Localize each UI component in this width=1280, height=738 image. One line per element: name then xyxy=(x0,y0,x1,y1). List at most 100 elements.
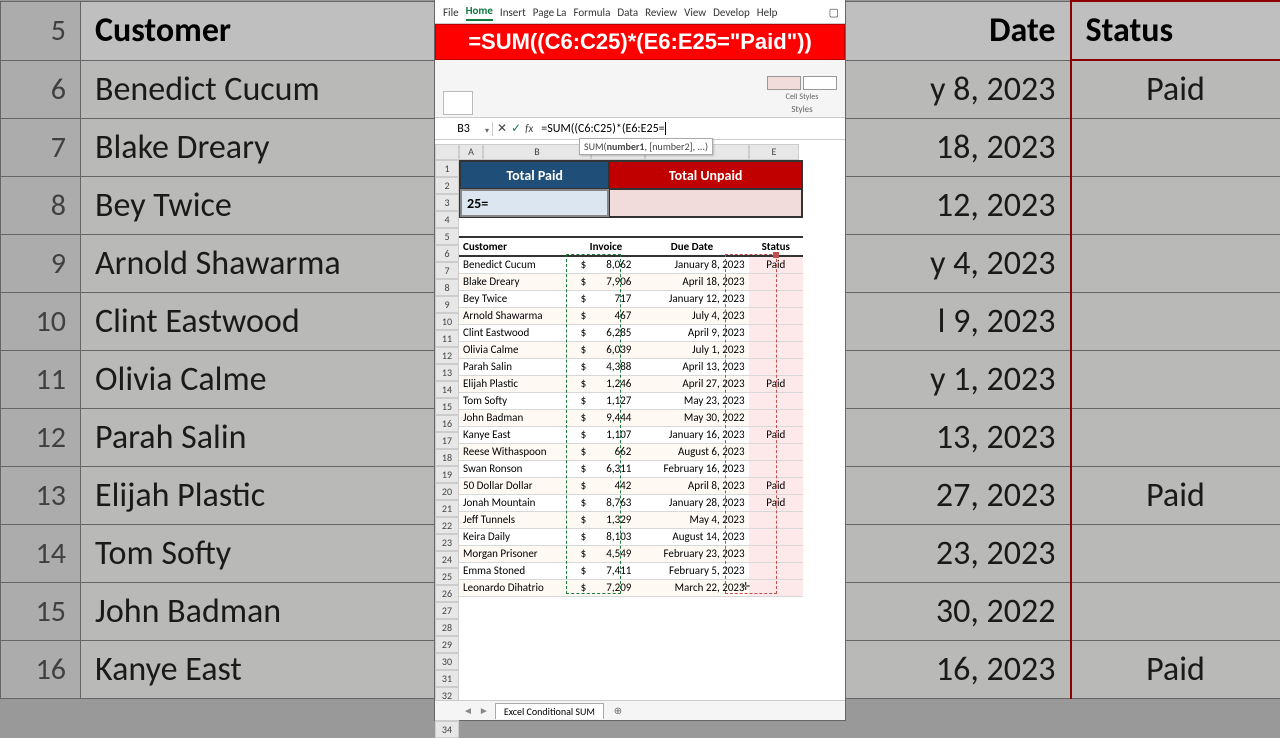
row-header[interactable]: 16 xyxy=(435,415,459,432)
col-header-a[interactable]: A xyxy=(459,144,483,160)
due-date-cell[interactable]: July 4, 2023 xyxy=(635,307,748,324)
customer-cell[interactable]: Blake Dreary xyxy=(459,273,577,290)
customer-cell[interactable]: 50 Dollar Dollar xyxy=(459,477,577,494)
customer-cell[interactable]: Olivia Calme xyxy=(459,341,577,358)
customer-cell[interactable]: Parah Salin xyxy=(459,358,577,375)
status-cell[interactable] xyxy=(749,392,803,409)
status-cell[interactable]: Paid xyxy=(749,477,803,494)
due-date-cell[interactable]: July 1, 2023 xyxy=(635,341,748,358)
status-cell[interactable]: Paid xyxy=(749,256,803,273)
invoice-cell[interactable]: $4,549 xyxy=(577,545,636,562)
status-cell[interactable] xyxy=(749,511,803,528)
due-date-cell[interactable]: January 12, 2023 xyxy=(635,290,748,307)
invoice-cell[interactable]: $7,209 xyxy=(577,579,636,596)
row-header[interactable]: 28 xyxy=(435,619,459,636)
table-row[interactable]: Leonardo Dihatrio $7,209 March 22, 2023 xyxy=(459,579,803,596)
invoice-cell[interactable]: $7,411 xyxy=(577,562,636,579)
table-row[interactable]: Jonah Mountain $8,763 January 28, 2023 P… xyxy=(459,494,803,511)
due-date-cell[interactable]: March 22, 2023 xyxy=(635,579,748,596)
due-date-cell[interactable]: April 13, 2023 xyxy=(635,358,748,375)
customer-cell[interactable]: Benedict Cucum xyxy=(459,256,577,273)
invoice-cell[interactable]: $1,329 xyxy=(577,511,636,528)
due-date-cell[interactable]: August 6, 2023 xyxy=(635,443,748,460)
status-cell[interactable]: Paid xyxy=(749,426,803,443)
table-row[interactable]: Jeff Tunnels $1,329 May 4, 2023 xyxy=(459,511,803,528)
customer-cell[interactable]: Reese Withaspoon xyxy=(459,443,577,460)
invoice-cell[interactable]: $4,388 xyxy=(577,358,636,375)
customer-cell[interactable]: Emma Stoned xyxy=(459,562,577,579)
status-cell[interactable]: Paid xyxy=(749,375,803,392)
row-header[interactable]: 5 xyxy=(435,228,459,245)
row-header[interactable]: 14 xyxy=(435,381,459,398)
invoice-cell[interactable]: $6,311 xyxy=(577,460,636,477)
customer-cell[interactable]: Jonah Mountain xyxy=(459,494,577,511)
menu-review[interactable]: Review xyxy=(645,6,677,19)
row-header[interactable]: 20 xyxy=(435,483,459,500)
customer-cell[interactable]: Kanye East xyxy=(459,426,577,443)
status-cell[interactable] xyxy=(749,290,803,307)
row-header[interactable]: 18 xyxy=(435,449,459,466)
th-due-date[interactable]: Due Date xyxy=(635,237,748,256)
customer-cell[interactable]: Clint Eastwood xyxy=(459,324,577,341)
invoice-cell[interactable]: $8,103 xyxy=(577,528,636,545)
due-date-cell[interactable]: January 16, 2023 xyxy=(635,426,748,443)
menu-data[interactable]: Data xyxy=(617,6,638,19)
row-header[interactable]: 6 xyxy=(435,245,459,262)
table-row[interactable]: Benedict Cucum $8,062 January 8, 2023 Pa… xyxy=(459,256,803,273)
row-header[interactable]: 23 xyxy=(435,534,459,551)
col-header-b[interactable]: B xyxy=(483,144,591,160)
status-cell[interactable] xyxy=(749,341,803,358)
cell-style-swatch[interactable] xyxy=(803,76,837,90)
row-header[interactable]: 11 xyxy=(435,330,459,347)
status-cell[interactable] xyxy=(749,460,803,477)
menu-file[interactable]: File xyxy=(443,6,459,19)
table-row[interactable]: Kanye East $1,107 January 16, 2023 Paid xyxy=(459,426,803,443)
invoice-cell[interactable]: $8,763 xyxy=(577,494,636,511)
row-header[interactable]: 25 xyxy=(435,568,459,585)
customer-cell[interactable]: Leonardo Dihatrio xyxy=(459,579,577,596)
row-header[interactable]: 13 xyxy=(435,364,459,381)
due-date-cell[interactable]: February 5, 2023 xyxy=(635,562,748,579)
table-row[interactable]: Elijah Plastic $1,246 April 27, 2023 Pai… xyxy=(459,375,803,392)
invoice-cell[interactable]: $6,039 xyxy=(577,341,636,358)
invoice-cell[interactable]: $717 xyxy=(577,290,636,307)
due-date-cell[interactable]: April 18, 2023 xyxy=(635,273,748,290)
menu-view[interactable]: View xyxy=(684,6,706,19)
row-header[interactable]: 17 xyxy=(435,432,459,449)
status-cell[interactable] xyxy=(749,545,803,562)
status-cell[interactable] xyxy=(749,562,803,579)
row-header[interactable]: 7 xyxy=(435,262,459,279)
row-header[interactable]: 29 xyxy=(435,636,459,653)
select-all-corner[interactable] xyxy=(435,144,459,160)
due-date-cell[interactable]: April 9, 2023 xyxy=(635,324,748,341)
table-row[interactable]: Swan Ronson $6,311 February 16, 2023 xyxy=(459,460,803,477)
due-date-cell[interactable]: May 4, 2023 xyxy=(635,511,748,528)
invoice-cell[interactable]: $442 xyxy=(577,477,636,494)
fx-icon[interactable]: fx xyxy=(525,122,533,135)
customer-cell[interactable]: Swan Ronson xyxy=(459,460,577,477)
ribbon-collapse-icon[interactable]: ▢ xyxy=(829,6,839,19)
status-cell[interactable] xyxy=(749,528,803,545)
invoice-cell[interactable]: $467 xyxy=(577,307,636,324)
customer-cell[interactable]: Morgan Prisoner xyxy=(459,545,577,562)
ribbon-clipboard-icon[interactable] xyxy=(443,91,473,115)
table-row[interactable]: Parah Salin $4,388 April 13, 2023 xyxy=(459,358,803,375)
customer-cell[interactable]: Elijah Plastic xyxy=(459,375,577,392)
row-header[interactable]: 15 xyxy=(435,398,459,415)
table-row[interactable]: Olivia Calme $6,039 July 1, 2023 xyxy=(459,341,803,358)
table-row[interactable]: Morgan Prisoner $4,549 February 23, 2023 xyxy=(459,545,803,562)
row-header[interactable]: 9 xyxy=(435,296,459,313)
row-header[interactable]: 22 xyxy=(435,517,459,534)
table-row[interactable]: John Badman $9,444 May 30, 2022 xyxy=(459,409,803,426)
invoice-cell[interactable]: $7,906 xyxy=(577,273,636,290)
invoice-cell[interactable]: $662 xyxy=(577,443,636,460)
invoice-cell[interactable]: $1,246 xyxy=(577,375,636,392)
row-header[interactable]: 4 xyxy=(435,211,459,228)
invoice-cell[interactable]: $6,285 xyxy=(577,324,636,341)
table-row[interactable]: Keira Daily $8,103 August 14, 2023 xyxy=(459,528,803,545)
cells-area[interactable]: Total Paid Total Unpaid 25= Customer Inv… xyxy=(459,160,845,738)
menu-formulas[interactable]: Formula xyxy=(573,6,610,19)
row-header[interactable]: 2 xyxy=(435,177,459,194)
due-date-cell[interactable]: May 30, 2022 xyxy=(635,409,748,426)
due-date-cell[interactable]: April 8, 2023 xyxy=(635,477,748,494)
